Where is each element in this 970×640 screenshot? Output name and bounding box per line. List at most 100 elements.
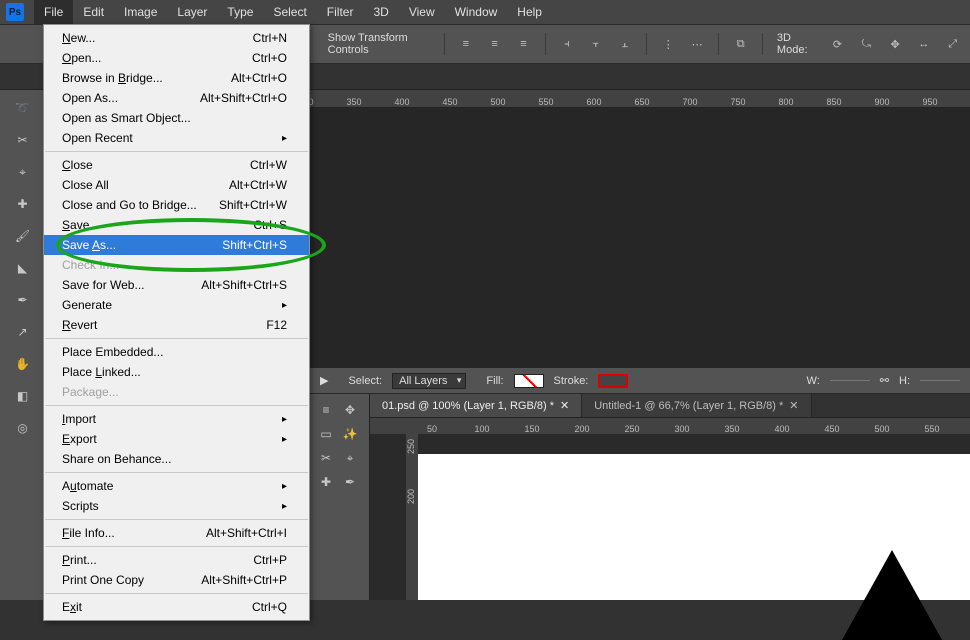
quick-mask[interactable]: ◎ xyxy=(9,414,37,442)
menu-item-save[interactable]: SaveCtrl+S xyxy=(44,215,309,235)
menu-item-open[interactable]: Open...Ctrl+O xyxy=(44,48,309,68)
tab-title: Untitled-1 @ 66,7% (Layer 1, RGB/8) * xyxy=(594,400,783,412)
3d-scale-icon[interactable]: ⤢ xyxy=(945,35,960,53)
fill-label: Fill: xyxy=(486,375,503,387)
menu-help[interactable]: Help xyxy=(507,0,552,24)
menu-item-check-in: Check In... xyxy=(44,255,309,275)
hand-tool[interactable]: ✋ xyxy=(9,350,37,378)
menu-item-print-one-copy[interactable]: Print One CopyAlt+Shift+Ctrl+P xyxy=(44,570,309,590)
arrange-icon[interactable]: ≡ xyxy=(314,398,338,422)
align-right-icon[interactable]: ⫠ xyxy=(617,35,632,53)
menu-bar: Ps File Edit Image Layer Type Select Fil… xyxy=(0,0,970,24)
3d-pan-icon[interactable]: ✥ xyxy=(888,35,903,53)
select-dropdown[interactable]: All Layers xyxy=(392,373,466,389)
menu-item-exit[interactable]: ExitCtrl+Q xyxy=(44,597,309,617)
crop-tool[interactable]: ✂ xyxy=(9,126,37,154)
w-label: W: xyxy=(807,375,820,387)
menu-item-file-info[interactable]: File Info...Alt+Shift+Ctrl+I xyxy=(44,523,309,543)
menu-layer[interactable]: Layer xyxy=(167,0,217,24)
menu-item-open-as[interactable]: Open As...Alt+Shift+Ctrl+O xyxy=(44,88,309,108)
menu-filter[interactable]: Filter xyxy=(317,0,364,24)
align-mid-icon[interactable]: ≡ xyxy=(487,35,502,53)
eyedropper-tool[interactable]: ⌖ xyxy=(9,158,37,186)
menu-item-open-as-smart-object[interactable]: Open as Smart Object... xyxy=(44,108,309,128)
file-dropdown: New...Ctrl+NOpen...Ctrl+OBrowse in Bridg… xyxy=(43,24,310,621)
menu-item-import[interactable]: Import xyxy=(44,409,309,429)
auto-align-icon[interactable]: ⧉ xyxy=(733,35,748,53)
align-center-icon[interactable]: ⫟ xyxy=(588,35,603,53)
select-label: Select: xyxy=(348,375,382,387)
3d-roll-icon[interactable]: ⤿ xyxy=(859,35,874,53)
menu-window[interactable]: Window xyxy=(445,0,508,24)
menu-3d[interactable]: 3D xyxy=(363,0,398,24)
canvas-2[interactable]: 250200 xyxy=(370,434,970,600)
distribute-h-icon[interactable]: ⋮ xyxy=(661,35,676,53)
align-left-icon[interactable]: ⫞ xyxy=(560,35,575,53)
show-transform-label[interactable]: Show Transform Controls xyxy=(328,32,430,56)
marquee-2[interactable]: ▭ xyxy=(314,422,338,446)
close-icon[interactable]: ✕ xyxy=(789,399,798,412)
menu-item-revert[interactable]: RevertF12 xyxy=(44,315,309,335)
secondary-window: ▶ Select: All Layers Fill: Stroke: W: ⚯ … xyxy=(310,368,970,600)
menu-edit[interactable]: Edit xyxy=(73,0,114,24)
menu-item-share-on-behance[interactable]: Share on Behance... xyxy=(44,449,309,469)
ruler-horizontal-2: 50100150200250300350400450500550600 xyxy=(370,418,970,434)
menu-item-open-recent[interactable]: Open Recent xyxy=(44,128,309,148)
menu-item-browse-in-bridge[interactable]: Browse in Bridge...Alt+Ctrl+O xyxy=(44,68,309,88)
menu-item-automate[interactable]: Automate xyxy=(44,476,309,496)
app-logo: Ps xyxy=(6,3,24,21)
3d-orbit-icon[interactable]: ⟳ xyxy=(830,35,845,53)
menu-file[interactable]: File xyxy=(34,0,73,24)
ruler-vertical-2: 250200 xyxy=(406,434,418,600)
menu-item-close[interactable]: CloseCtrl+W xyxy=(44,155,309,175)
menu-item-export[interactable]: Export xyxy=(44,429,309,449)
menu-item-place-embedded[interactable]: Place Embedded... xyxy=(44,342,309,362)
wand-2[interactable]: ✨ xyxy=(338,422,362,446)
menu-item-save-as[interactable]: Save As...Shift+Ctrl+S xyxy=(44,235,309,255)
menu-item-save-for-web[interactable]: Save for Web...Alt+Shift+Ctrl+S xyxy=(44,275,309,295)
menu-item-package: Package... xyxy=(44,382,309,402)
pen-tool[interactable]: ✒ xyxy=(9,286,37,314)
healing-tool[interactable]: ✚ xyxy=(9,190,37,218)
move-tool-2[interactable]: ✥ xyxy=(338,398,362,422)
distribute-v-icon[interactable]: ⋯ xyxy=(690,35,705,53)
bucket-tool[interactable]: ◣ xyxy=(9,254,37,282)
options-bar-2: ▶ Select: All Layers Fill: Stroke: W: ⚯ … xyxy=(310,368,970,394)
menu-image[interactable]: Image xyxy=(114,0,167,24)
menu-item-print[interactable]: Print...Ctrl+P xyxy=(44,550,309,570)
menu-item-scripts[interactable]: Scripts xyxy=(44,496,309,516)
align-bot-icon[interactable]: ≡ xyxy=(516,35,531,53)
document-tab-2b[interactable]: Untitled-1 @ 66,7% (Layer 1, RGB/8) * ✕ xyxy=(582,394,811,417)
close-icon[interactable]: ✕ xyxy=(560,399,569,412)
path-select-icon[interactable]: ▶ xyxy=(320,374,328,387)
3d-mode-label: 3D Mode: xyxy=(777,32,816,56)
menu-item-close-all[interactable]: Close AllAlt+Ctrl+W xyxy=(44,175,309,195)
menu-item-generate[interactable]: Generate xyxy=(44,295,309,315)
document-tabs-2: 01.psd @ 100% (Layer 1, RGB/8) * ✕ Untit… xyxy=(310,394,970,418)
tab-title: 01.psd @ 100% (Layer 1, RGB/8) * xyxy=(382,400,554,412)
align-top-icon[interactable]: ≡ xyxy=(458,35,473,53)
path-tool[interactable]: ↗ xyxy=(9,318,37,346)
heal-2[interactable]: ✚ xyxy=(314,470,338,494)
artboard xyxy=(418,454,970,600)
triangle-shape[interactable] xyxy=(842,550,942,640)
lasso-tool[interactable]: ➰ xyxy=(9,94,37,122)
menu-view[interactable]: View xyxy=(399,0,445,24)
menu-type[interactable]: Type xyxy=(217,0,263,24)
menu-item-new[interactable]: New...Ctrl+N xyxy=(44,28,309,48)
brush-tool[interactable]: 🖌 xyxy=(9,222,37,250)
pen-2[interactable]: ✒ xyxy=(338,470,362,494)
menu-item-close-and-go-to-bridge[interactable]: Close and Go to Bridge...Shift+Ctrl+W xyxy=(44,195,309,215)
3d-slide-icon[interactable]: ↔ xyxy=(917,35,932,53)
crop-2[interactable]: ✂ xyxy=(314,446,338,470)
link-icon[interactable]: ⚯ xyxy=(880,374,889,387)
fill-swatch[interactable] xyxy=(514,374,544,388)
tool-palette: ✥ ▭ ➰ ✂ ⌖ ✚ 🖌 ◣ ✒ ↗ ✋ ◧ ◎ xyxy=(0,24,46,600)
menu-select[interactable]: Select xyxy=(263,0,316,24)
document-tab-2a[interactable]: 01.psd @ 100% (Layer 1, RGB/8) * ✕ xyxy=(370,394,582,417)
h-label: H: xyxy=(899,375,910,387)
menu-item-place-linked[interactable]: Place Linked... xyxy=(44,362,309,382)
eyedropper-2[interactable]: ⌖ xyxy=(338,446,362,470)
swap-colors[interactable]: ◧ xyxy=(9,382,37,410)
stroke-swatch[interactable] xyxy=(598,374,628,388)
